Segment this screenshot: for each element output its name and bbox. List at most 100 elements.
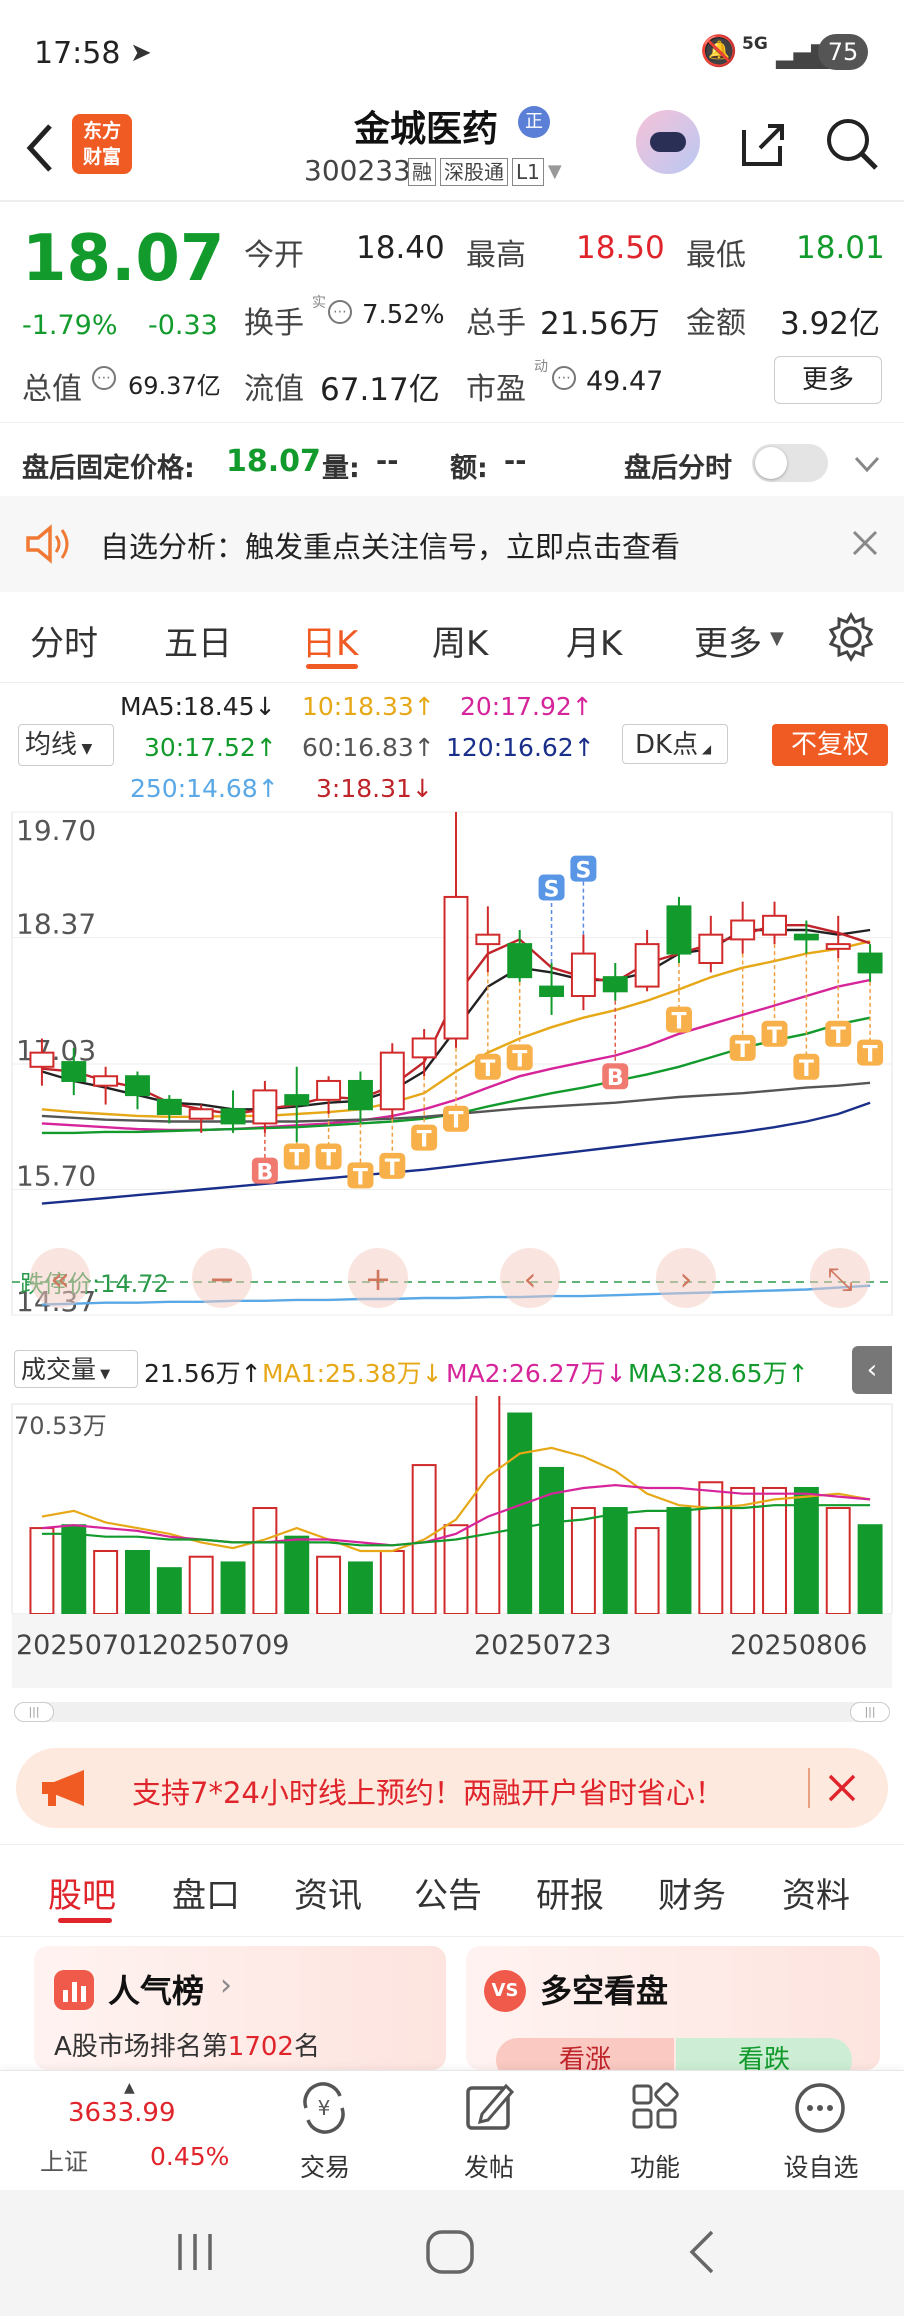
timeshare-toggle[interactable]: [752, 444, 828, 482]
no-adjust-button[interactable]: 不复权: [772, 724, 888, 766]
bull-button[interactable]: 看涨: [496, 2038, 674, 2070]
candle-body: [762, 914, 787, 936]
volume-bar: [29, 1527, 55, 1615]
share-icon[interactable]: [734, 116, 790, 172]
more-button[interactable]: 更多: [774, 356, 882, 404]
candle-body: [730, 919, 756, 941]
tab-more-arrow-icon[interactable]: ▼: [770, 628, 784, 649]
volume-bar: [570, 1507, 596, 1615]
subtab-news[interactable]: 资讯: [294, 1868, 362, 1917]
rank-prefix: A股市场排名第: [54, 2032, 228, 2062]
tab-daily-k[interactable]: 日K: [302, 616, 358, 665]
close-banner-icon[interactable]: [824, 1770, 860, 1806]
marker-label: T: [321, 1146, 336, 1171]
vs-title: 多空看盘: [540, 1972, 669, 2010]
candle-body: [379, 1051, 405, 1111]
info-icon-3[interactable]: ⋯: [552, 366, 576, 390]
add-watchlist-icon[interactable]: [792, 2080, 848, 2136]
index-change: 0.45%: [150, 2142, 230, 2171]
dropdown-icon[interactable]: ▼: [548, 158, 562, 186]
subtab-forum[interactable]: 股吧: [48, 1868, 116, 1917]
volume-bar: [539, 1466, 565, 1615]
ma-selector[interactable]: 均线 ▼: [18, 724, 114, 766]
volume-bar: [61, 1524, 87, 1615]
megaphone-icon: [42, 1770, 84, 1806]
candle-body: [507, 943, 533, 979]
bottom-trade[interactable]: 交易: [270, 2148, 380, 2184]
subtab-research[interactable]: 研报: [536, 1868, 604, 1917]
marker-label: T: [448, 1109, 463, 1134]
volume-selector[interactable]: 成交量 ▼: [14, 1350, 138, 1388]
dk-button[interactable]: DK点 ◢: [622, 724, 728, 764]
marker-label: T: [863, 1043, 878, 1068]
stock-badges: 融 深股通 L1 ▼: [408, 158, 562, 186]
app-logo[interactable]: 东方 财富: [72, 114, 132, 174]
index-arrow-icon: ▲: [124, 2080, 135, 2096]
bull-bear-card[interactable]: VS 多空看盘 看涨 看跌: [466, 1946, 880, 2070]
info-icon-2[interactable]: ⋯: [92, 366, 116, 390]
assistant-avatar-icon[interactable]: [636, 110, 700, 174]
index-value[interactable]: 3633.99: [68, 2098, 176, 2128]
date-tick-label: 20250723: [474, 1630, 611, 1661]
stat-value-turnover: 7.52%: [362, 300, 445, 330]
volume-bar: [602, 1507, 628, 1615]
bottom-add-watchlist[interactable]: 设自选: [766, 2148, 876, 2184]
nav-back-icon[interactable]: [682, 2228, 722, 2276]
candle-body: [634, 943, 660, 988]
candle-body: [188, 1108, 214, 1120]
volume-bar: [347, 1561, 373, 1615]
marker-label: T: [831, 1024, 846, 1049]
functions-icon[interactable]: [628, 2080, 682, 2134]
marker-label: T: [480, 1057, 495, 1082]
chevron-down-icon[interactable]: [852, 452, 882, 476]
tab-five-day[interactable]: 五日: [164, 616, 232, 665]
bottom-post[interactable]: 发帖: [434, 2148, 544, 2184]
search-icon[interactable]: [822, 114, 882, 174]
notice-bar[interactable]: 自选分析：触发重点关注信号，立即点击查看: [0, 496, 904, 592]
info-icon[interactable]: ⋯: [328, 300, 352, 324]
stat-value-float: 67.17亿: [320, 372, 440, 408]
marker-label: T: [417, 1128, 432, 1153]
close-icon[interactable]: [848, 526, 882, 560]
tab-weekly-k[interactable]: 周K: [432, 616, 488, 665]
tab-monthly-k[interactable]: 月K: [566, 616, 622, 665]
ma-selector-label: 均线: [25, 730, 78, 760]
candle-body: [347, 1079, 373, 1111]
candle-body: [857, 952, 883, 974]
chart-scrollbar[interactable]: ||| |||: [14, 1702, 890, 1722]
subtab-profile[interactable]: 资料: [782, 1868, 850, 1917]
stat-label-turnover: 换手: [244, 306, 304, 341]
collapse-panel-icon[interactable]: ‹: [852, 1346, 892, 1394]
promo-banner[interactable]: 支持7*24小时线上预约！两融开户省时省心！: [16, 1748, 888, 1828]
notice-text: 自选分析：触发重点关注信号，立即点击查看: [100, 530, 681, 564]
kline-chart[interactable]: 19.7018.3717.0315.7014.37BTTTTTTTTBTTTTT…: [0, 800, 904, 1340]
stat-value-amount: 3.92亿: [780, 306, 881, 342]
bear-button[interactable]: 看跌: [676, 2038, 852, 2070]
candle-body: [475, 933, 501, 946]
badge-level: L1: [512, 158, 544, 186]
volume-bar: [825, 1507, 851, 1615]
post-icon[interactable]: [462, 2080, 518, 2134]
date-tick-label: 20250806: [730, 1630, 867, 1661]
volume-bar: [666, 1507, 692, 1615]
tab-more[interactable]: 更多: [694, 616, 762, 665]
tab-timeshare[interactable]: 分时: [30, 616, 98, 665]
subtab-orderbook[interactable]: 盘口: [172, 1868, 240, 1917]
recent-apps-icon[interactable]: [170, 2230, 220, 2274]
home-icon[interactable]: [424, 2228, 476, 2276]
candle-body: [698, 933, 724, 964]
popularity-card[interactable]: 人气榜 › A股市场排名第1702名: [34, 1946, 446, 2070]
after-hours-timeshare-label: 盘后分时: [624, 453, 732, 484]
stock-code: 300233: [304, 154, 411, 187]
speaker-icon: [26, 524, 69, 564]
rank-number: 1702: [227, 2032, 294, 2062]
back-icon[interactable]: [20, 118, 60, 178]
subtab-financials[interactable]: 财务: [658, 1868, 726, 1917]
subtab-announcements[interactable]: 公告: [414, 1868, 482, 1917]
trade-icon[interactable]: ¥: [296, 2082, 352, 2134]
volume-chart[interactable]: 70.53万 2025070120250709 20250723 20250806: [0, 1396, 904, 1690]
gear-icon[interactable]: [826, 612, 876, 662]
candle-body: [93, 1075, 119, 1087]
candle-body: [793, 933, 819, 941]
bottom-functions[interactable]: 功能: [600, 2148, 710, 2184]
